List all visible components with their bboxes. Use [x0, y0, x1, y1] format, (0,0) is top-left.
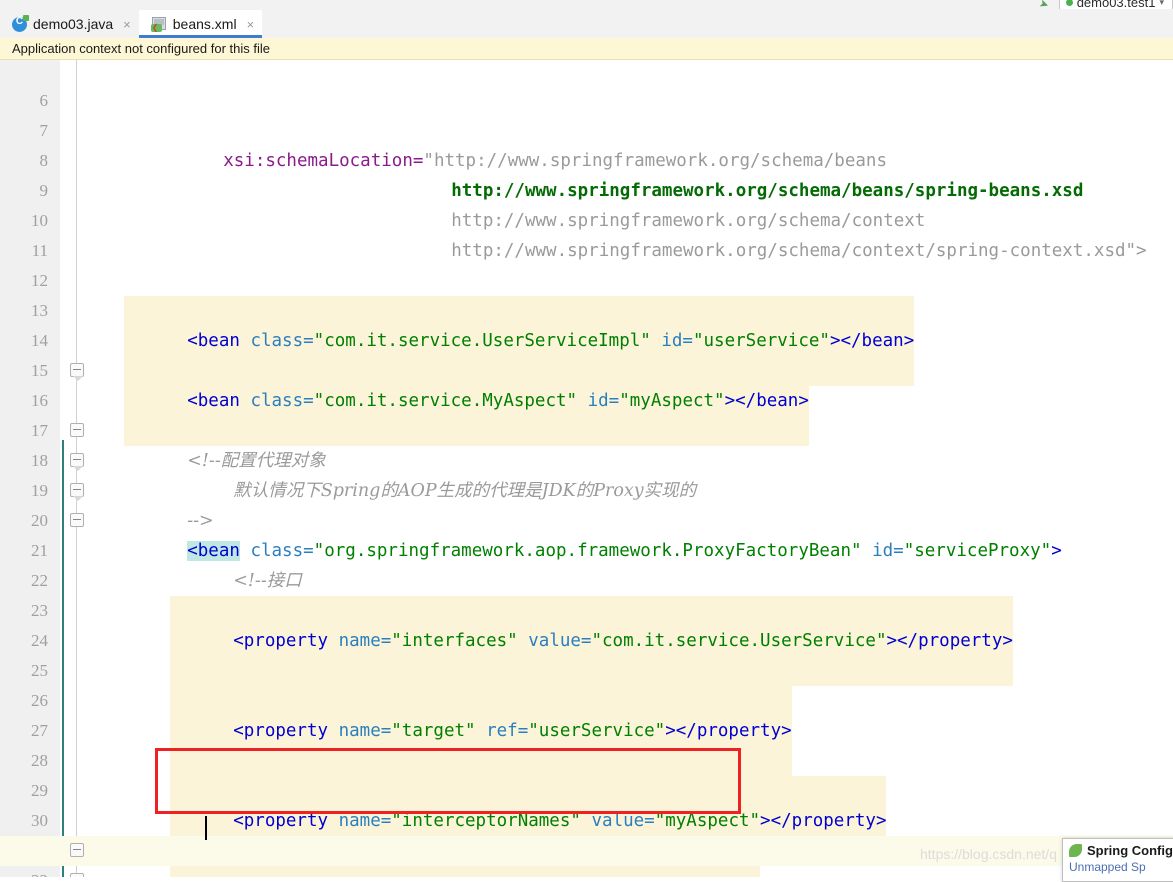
spring-popup-title: Spring Config	[1087, 843, 1173, 858]
code-line[interactable]: 11 <!--配置UserService-->	[0, 206, 1173, 321]
code-line[interactable]: 12 <bean class="com.it.service.UserServi…	[0, 236, 1173, 386]
code-editor[interactable]: 6 xsi:schemaLocation="http://www.springf…	[0, 60, 1173, 877]
code-line[interactable]: 17 默认情况下Spring的AOP生成的代理是JDK的Proxy实现的	[0, 386, 1173, 501]
tab-label: beans.xml	[172, 16, 237, 32]
code-line[interactable]: 19 <bean class="org.springframework.aop.…	[0, 446, 1173, 561]
spring-config-popup[interactable]: Spring Config Unmapped Sp	[1062, 838, 1173, 882]
code-line[interactable]: 26	[0, 656, 1173, 710]
green-dot-icon	[1065, 0, 1073, 6]
watermark-text: https://blog.csdn.net/q	[920, 846, 1057, 862]
code-line[interactable]: 6 xsi:schemaLocation="http://www.springf…	[0, 60, 1173, 171]
code-line[interactable]: 25 <property name="target" ref="userServ…	[0, 626, 1173, 776]
text-caret	[205, 816, 207, 840]
fold-marker[interactable]	[70, 513, 84, 527]
code-line[interactable]: 10	[0, 176, 1173, 230]
context-notification-bar[interactable]: Application context not configured for t…	[0, 38, 1173, 60]
code-line[interactable]: 8 http://www.springframework.org/schema/…	[0, 116, 1173, 231]
java-class-icon	[12, 14, 29, 32]
spring-popup-subtitle: Unmapped Sp	[1069, 860, 1146, 874]
code-line[interactable]: 16 <!--配置代理对象	[0, 356, 1173, 471]
code-line[interactable]: 29	[0, 746, 1173, 800]
fold-marker[interactable]	[70, 873, 84, 877]
code-line[interactable]: 24 <!--目标对象-->	[0, 596, 1173, 711]
tab-demo03-java[interactable]: demo03.java ×	[0, 10, 139, 38]
tab-beans-xml[interactable]: ❮ beans.xml ×	[138, 10, 263, 38]
code-line[interactable]: 33 </beans>	[0, 866, 1173, 877]
spring-leaf-icon	[1069, 844, 1082, 857]
fold-marker[interactable]	[70, 363, 84, 381]
notification-text: Application context not configured for t…	[12, 41, 270, 56]
close-icon[interactable]: ×	[247, 17, 255, 32]
code-line[interactable]: 30 <!--配置使用cglib代理-->	[0, 776, 1173, 877]
fold-marker[interactable]	[70, 453, 84, 471]
editor-tab-bar: demo03.java × ❮ beans.xml ×	[0, 9, 1173, 39]
fold-marker[interactable]	[70, 843, 84, 857]
code-line[interactable]: 15	[0, 326, 1173, 380]
close-icon[interactable]: ×	[123, 17, 131, 32]
code-line[interactable]: 9 http://www.springframework.org/schema/…	[0, 146, 1173, 261]
code-line[interactable]: 31 <property name="optimize" value="true…	[0, 806, 1173, 877]
code-line[interactable]: 7 http://www.springframework.org/schema/…	[0, 86, 1173, 201]
tab-label: demo03.java	[33, 16, 114, 32]
spring-xml-icon: ❮	[150, 16, 167, 32]
code-line[interactable]: 22 <property name="interfaces" value="co…	[0, 536, 1173, 686]
code-line[interactable]: 27 <!--切面类(这里很特殊不能使用ref引用，要用value，否则报错)-…	[0, 686, 1173, 801]
fold-marker[interactable]	[70, 423, 84, 437]
code-line[interactable]: 28 <property name="interceptorNames" val…	[0, 716, 1173, 866]
code-line[interactable]: 20 <!--接口	[0, 476, 1173, 591]
fold-marker[interactable]	[70, 483, 84, 501]
code-line[interactable]: 18 -->	[0, 416, 1173, 531]
code-line[interactable]: 21 查看源码发现interfaces是一个List集合，这里只是一个接口就写v…	[0, 506, 1173, 620]
chevron-down-icon[interactable]: ▾	[1159, 0, 1164, 8]
code-line[interactable]: 23	[0, 566, 1173, 620]
code-line[interactable]: 13 <!--配置切面类对象-->	[0, 266, 1173, 381]
code-line[interactable]: 14 <bean class="com.it.service.MyAspect"…	[0, 296, 1173, 446]
